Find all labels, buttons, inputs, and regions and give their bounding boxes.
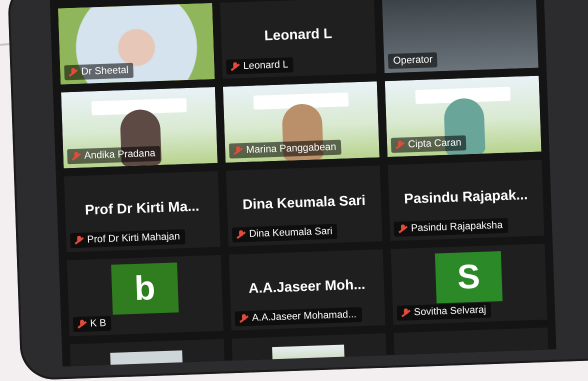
- participant-tile[interactable]: Andika Pradana: [61, 87, 218, 169]
- mic-muted-icon: [78, 320, 86, 329]
- video-call-screen: Dr Sheetal Leonard L Leonard L Operator: [49, 0, 557, 367]
- participant-tile[interactable]: Pasindu Rajapak... Pasindu Rajapaksha: [387, 159, 545, 241]
- name-tag: Leonard L: [225, 57, 294, 75]
- mic-muted-icon: [72, 152, 80, 161]
- participant-name: Cipta Caran: [407, 137, 462, 151]
- participant-tile[interactable]: Cipta Caran: [384, 75, 542, 158]
- mic-muted-icon: [69, 68, 77, 77]
- participant-name: A.A.Jaseer Mohamad...: [251, 309, 357, 324]
- participant-name: Andika Pradana: [84, 148, 156, 162]
- participant-tile[interactable]: Dina Keumala Sari Dina Keumala Sari: [225, 165, 383, 247]
- participant-name: Pasindu Rajapaksha: [410, 220, 503, 235]
- name-tag: Dr Sheetal: [64, 62, 134, 81]
- mic-muted-icon: [399, 224, 407, 233]
- participant-tile[interactable]: b K B: [66, 254, 224, 337]
- participant-tile[interactable]: Marina Panggabean: [222, 81, 380, 163]
- participant-name: Prof Dr Kirti Mahajan: [87, 231, 181, 246]
- name-tag: Prof Dr Kirti Mahajan: [69, 229, 186, 249]
- mic-muted-icon: [402, 308, 410, 317]
- participant-tile[interactable]: Dr Sheetal: [58, 3, 215, 85]
- name-tag: Dina Keumala Sari: [231, 223, 338, 243]
- participant-grid: Dr Sheetal Leonard L Leonard L Operator: [58, 0, 551, 367]
- participant-name: Dina Keumala Sari: [248, 226, 333, 240]
- name-tag: K B: [72, 315, 112, 333]
- participant-display-name: Dina Keumala Sari: [242, 191, 366, 213]
- mic-muted-icon: [396, 140, 404, 149]
- participant-name: Operator: [392, 54, 433, 67]
- mic-muted-icon: [240, 314, 248, 323]
- name-tag: Operator: [387, 52, 438, 69]
- name-tag: Cipta Caran: [390, 135, 467, 153]
- name-tag: Pasindu Rajapaksha: [393, 217, 508, 237]
- participant-display-name: Leonard L: [264, 24, 333, 44]
- participant-tile[interactable]: Operator: [381, 0, 539, 74]
- participant-display-name: Pasindu Rajapak...: [403, 186, 529, 207]
- participant-display-name: A.A.Jaseer Moh...: [248, 275, 366, 296]
- participant-display-name: Prof Dr Kirti Ma...: [84, 197, 200, 218]
- participant-name: Marina Panggabean: [245, 141, 337, 156]
- mic-muted-icon: [231, 62, 239, 71]
- participant-tile[interactable]: Prof Dr Kirti Ma... Prof Dr Kirti Mahaja…: [63, 170, 221, 253]
- participant-tile[interactable]: S Sovitha Selvaraj: [390, 243, 548, 325]
- name-tag: Sovitha Selvaraj: [396, 302, 492, 321]
- mic-muted-icon: [234, 146, 242, 155]
- participant-name: Leonard L: [243, 59, 289, 73]
- participant-name: Dr Sheetal: [81, 65, 129, 78]
- participant-tile[interactable]: Leonard L Leonard L: [220, 0, 377, 79]
- participant-name: Sovitha Selvaraj: [413, 304, 487, 319]
- avatar: b: [111, 262, 179, 315]
- participant-name: K B: [89, 317, 107, 330]
- mic-muted-icon: [75, 236, 83, 245]
- participant-tile[interactable]: A.A.Jaseer Moh... A.A.Jaseer Mohamad...: [228, 249, 386, 331]
- name-tag: A.A.Jaseer Mohamad...: [234, 307, 362, 327]
- avatar: S: [434, 251, 503, 304]
- mic-muted-icon: [237, 230, 245, 239]
